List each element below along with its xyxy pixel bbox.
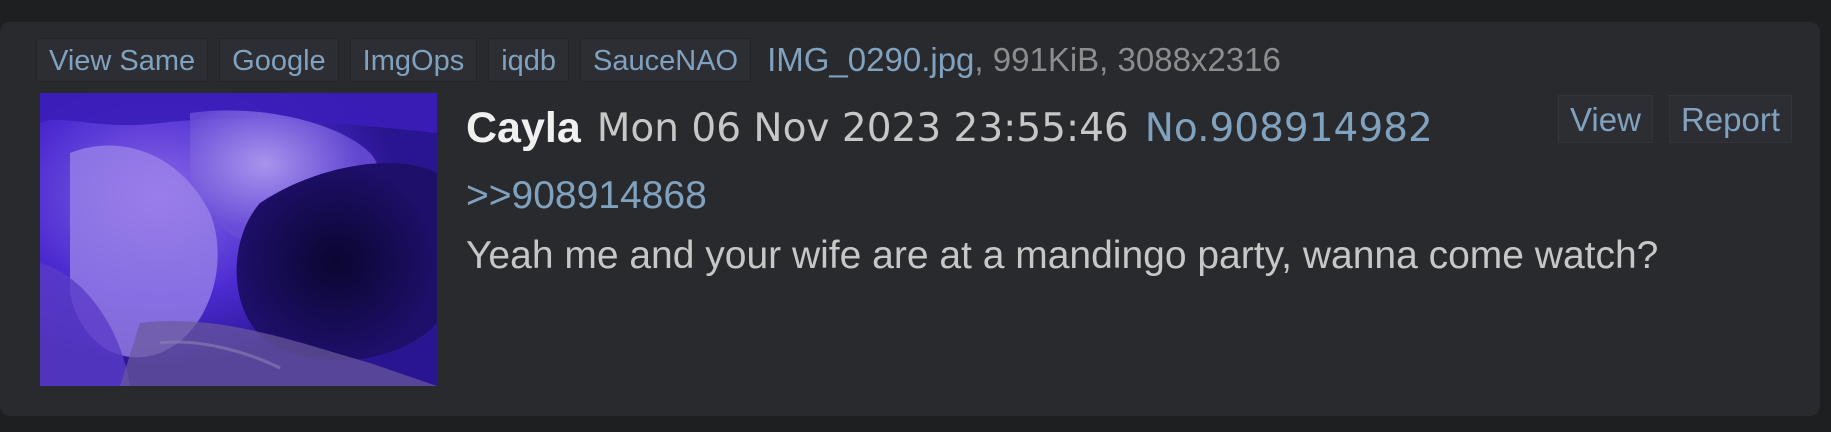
google-search-button[interactable]: Google [219,38,339,82]
file-name-link[interactable]: IMG_0290.jpg [767,41,974,79]
post-container: View Same Google ImgOps iqdb SauceNAO IM… [0,22,1820,416]
post-header: Cayla Mon 06 Nov 2023 23:55:46 No.908914… [466,100,1433,156]
post-thumbnail[interactable] [40,93,437,386]
file-info-bar: View Same Google ImgOps iqdb SauceNAO IM… [36,36,1281,84]
post-actions: View Report [1542,95,1792,143]
post-date: Mon 06 Nov 2023 23:55:46 [596,105,1129,151]
imgops-button[interactable]: ImgOps [349,38,478,82]
post-body-text: Yeah me and your wife are at a mandingo … [466,234,1659,277]
view-same-button[interactable]: View Same [36,38,209,82]
view-button[interactable]: View [1558,95,1653,143]
poster-name: Cayla [466,103,581,152]
iqdb-button[interactable]: iqdb [488,38,570,82]
file-meta: , 991KiB, 3088x2316 [974,41,1281,78]
thumbnail-image [40,93,437,386]
report-button[interactable]: Report [1668,95,1792,143]
saucenao-button[interactable]: SauceNAO [580,38,752,82]
post-number-link[interactable]: No.908914982 [1145,106,1433,151]
quote-link[interactable]: >>908914868 [466,174,707,218]
